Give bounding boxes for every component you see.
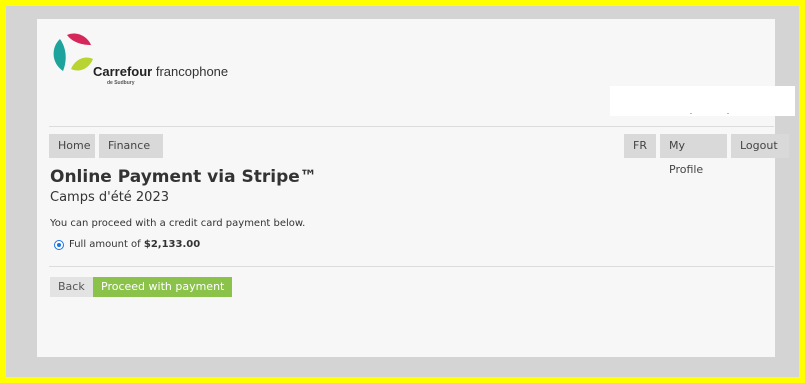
- page-title: Online Payment via Stripe™: [50, 167, 317, 187]
- actions-divider: [49, 266, 774, 267]
- full-amount-radio[interactable]: [54, 239, 64, 250]
- back-button[interactable]: Back: [50, 277, 93, 297]
- page-subtitle: Camps d'été 2023: [50, 190, 169, 205]
- nav-language-toggle[interactable]: FR: [624, 134, 656, 158]
- outer-frame: Carrefour francophone de Sudbury Home Fi…: [6, 6, 799, 377]
- brand-subtitle: de Sudbury: [107, 80, 135, 86]
- nav-finance[interactable]: Finance: [99, 134, 163, 158]
- carrefour-logo-icon: [53, 33, 93, 71]
- full-amount-option[interactable]: Full amount of $2,133.00: [54, 239, 200, 250]
- proceed-with-payment-button[interactable]: Proceed with payment: [93, 277, 233, 297]
- brand-name: Carrefour francophone: [93, 64, 229, 79]
- nav-logout[interactable]: Logout: [731, 134, 789, 158]
- full-amount-label: Full amount of $2,133.00: [69, 239, 201, 250]
- full-amount-value: $2,133.00: [143, 239, 201, 250]
- nav-home[interactable]: Home: [49, 134, 95, 158]
- header-divider: [49, 126, 774, 127]
- header-blank-area: [610, 86, 795, 116]
- content-panel: Carrefour francophone de Sudbury Home Fi…: [37, 19, 795, 357]
- payment-instructions: You can proceed with a credit card payme…: [50, 218, 306, 229]
- nav-my-profile[interactable]: My Profile: [660, 134, 727, 176]
